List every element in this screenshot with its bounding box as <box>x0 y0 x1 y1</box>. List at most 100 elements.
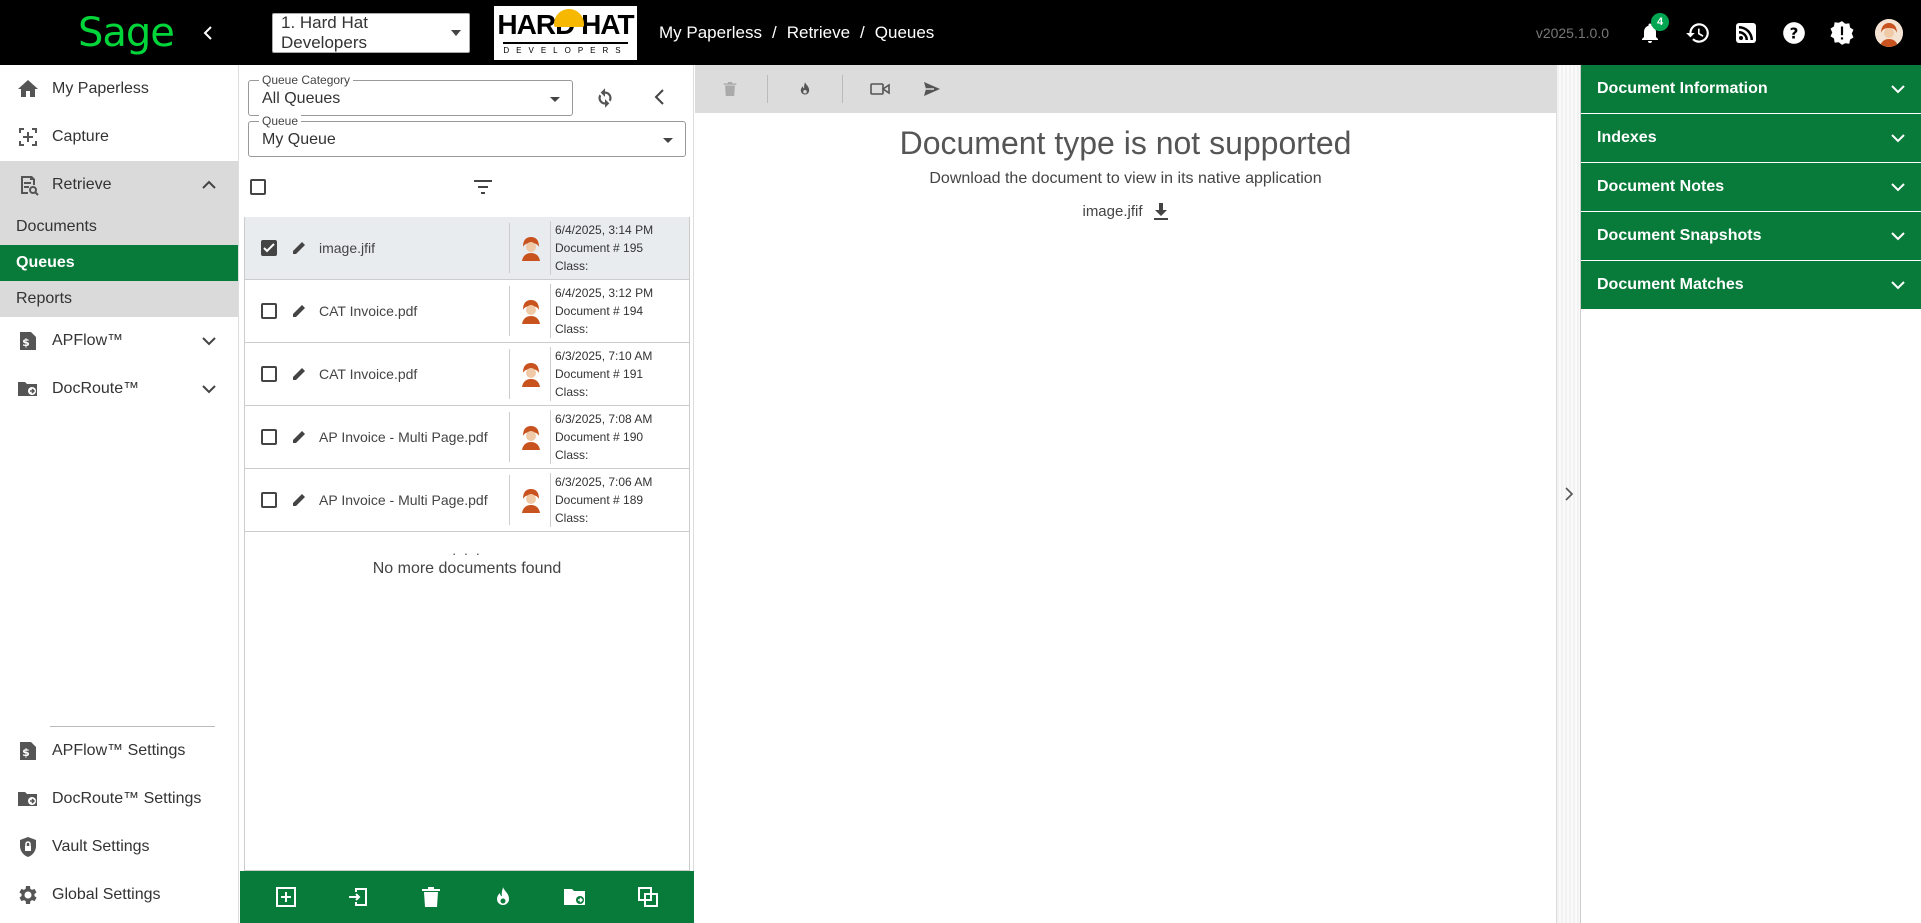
section-title: Document Information <box>1597 80 1768 97</box>
company-select[interactable]: 1. Hard Hat Developers <box>272 12 470 53</box>
sidebar-item-label: Global Settings <box>52 886 161 903</box>
retrieve-icon <box>14 171 42 199</box>
document-details-panel: Document Information Indexes Document No… <box>1580 65 1921 923</box>
viewer-workflow-button[interactable] <box>790 74 820 104</box>
unsupported-title: Document type is not supported <box>899 125 1352 161</box>
document-row[interactable]: CAT Invoice.pdf 6/3/2025, 7:10 AM Docume… <box>245 343 689 406</box>
chevron-down-icon <box>550 97 560 102</box>
section-document-snapshots[interactable]: Document Snapshots <box>1581 212 1921 261</box>
row-checkbox[interactable] <box>261 429 277 445</box>
user-avatar[interactable] <box>1875 18 1903 47</box>
brand-area: Sage <box>0 0 239 65</box>
svg-text:?: ? <box>1790 24 1799 42</box>
chevron-down-icon <box>202 384 216 394</box>
select-all-checkbox[interactable] <box>250 179 266 195</box>
document-date: 6/4/2025, 3:12 PM <box>555 286 654 300</box>
unsupported-subtitle: Download the document to view in its nat… <box>929 170 1322 187</box>
route-document-button[interactable] <box>560 882 590 912</box>
download-file-name: image.jfif <box>1082 202 1143 220</box>
filter-icon <box>474 180 492 194</box>
document-meta: 6/3/2025, 7:06 AM Document # 189 Class: <box>550 473 652 527</box>
refresh-button[interactable] <box>592 85 618 111</box>
section-document-information[interactable]: Document Information <box>1581 65 1921 114</box>
history-button[interactable] <box>1683 18 1713 48</box>
sidebar-item-docroute-settings[interactable]: DocRoute™ Settings <box>0 775 239 823</box>
edit-icon[interactable] <box>291 303 307 319</box>
queue-select[interactable]: Queue My Queue <box>248 114 686 157</box>
toolbar-separator <box>767 75 768 103</box>
queue-value: My Queue <box>262 131 336 148</box>
document-number: Document # 191 <box>555 367 644 381</box>
sidebar-item-retrieve[interactable]: Retrieve <box>0 161 238 209</box>
notifications-button[interactable]: 4 <box>1635 12 1669 48</box>
breadcrumb-item[interactable]: My Paperless <box>659 23 762 43</box>
viewer-delete-button[interactable] <box>715 74 745 104</box>
sidebar-subitem-queues[interactable]: Queues <box>0 245 238 281</box>
document-list: image.jfif 6/4/2025, 3:14 PM Document # … <box>244 217 690 871</box>
sidebar-item-apflow[interactable]: $ APFlow™ <box>0 317 238 365</box>
download-row: image.jfif <box>695 202 1556 220</box>
help-button[interactable]: ? <box>1779 18 1809 48</box>
sidebar-subitem-documents[interactable]: Documents <box>0 209 238 245</box>
help-icon: ? <box>1783 21 1805 44</box>
document-row[interactable]: image.jfif 6/4/2025, 3:14 PM Document # … <box>245 217 689 280</box>
rss-button[interactable] <box>1731 18 1761 48</box>
document-name: AP Invoice - Multi Page.pdf <box>319 429 488 445</box>
sidebar-item-my-paperless[interactable]: My Paperless <box>0 65 238 113</box>
move-icon <box>349 888 368 906</box>
add-document-button[interactable] <box>271 882 301 912</box>
section-document-matches[interactable]: Document Matches <box>1581 261 1921 310</box>
document-row[interactable]: AP Invoice - Multi Page.pdf 6/3/2025, 7:… <box>245 406 689 469</box>
row-checkbox[interactable] <box>261 366 277 382</box>
sidebar-item-docroute[interactable]: DocRoute™ <box>0 365 238 413</box>
sidebar: My Paperless Capture Retrieve Documents … <box>0 65 239 923</box>
section-indexes[interactable]: Indexes <box>1581 114 1921 163</box>
rss-icon <box>1736 22 1756 43</box>
workflow-button[interactable] <box>488 882 518 912</box>
breadcrumb-item[interactable]: Retrieve <box>787 23 850 43</box>
row-divider <box>509 475 510 525</box>
edit-icon[interactable] <box>291 240 307 256</box>
video-icon <box>870 83 890 95</box>
document-name: CAT Invoice.pdf <box>319 303 418 319</box>
document-name: CAT Invoice.pdf <box>319 366 418 382</box>
row-checkbox[interactable] <box>261 240 277 256</box>
viewer-video-button[interactable] <box>865 74 895 104</box>
filter-button[interactable] <box>472 177 494 197</box>
delete-document-button[interactable] <box>416 882 446 912</box>
document-row[interactable]: AP Invoice - Multi Page.pdf 6/3/2025, 7:… <box>245 469 689 532</box>
sidebar-settings: $ APFlow™ Settings DocRoute™ Settings Va… <box>0 727 239 919</box>
queue-panel: Queue Category All Queues Queue My Queue… <box>240 65 694 923</box>
download-button[interactable] <box>1153 202 1169 220</box>
viewer-send-button[interactable] <box>917 74 947 104</box>
sidebar-subitem-reports[interactable]: Reports <box>0 281 238 317</box>
split-icon <box>637 887 658 907</box>
queue-category-select[interactable]: Queue Category All Queues <box>248 73 573 116</box>
document-meta: 6/4/2025, 3:12 PM Document # 194 Class: <box>550 284 653 338</box>
collapse-sidebar-icon[interactable] <box>201 25 215 40</box>
move-document-button[interactable] <box>343 882 373 912</box>
right-panel-toggle-strip[interactable] <box>1556 65 1580 923</box>
document-number: Document # 195 <box>555 241 644 255</box>
alerts-button[interactable] <box>1827 18 1857 48</box>
sidebar-item-capture[interactable]: Capture <box>0 113 238 161</box>
edit-icon[interactable] <box>291 366 307 382</box>
row-divider <box>509 412 510 462</box>
edit-icon[interactable] <box>291 429 307 445</box>
split-document-button[interactable] <box>633 882 663 912</box>
sidebar-item-vault-settings[interactable]: Vault Settings <box>0 823 239 871</box>
edit-icon[interactable] <box>291 492 307 508</box>
row-divider <box>509 223 510 273</box>
chevron-up-icon <box>202 180 216 190</box>
sidebar-item-apflow-settings[interactable]: $ APFlow™ Settings <box>0 727 239 775</box>
chevron-down-icon <box>663 138 673 143</box>
section-title: Document Notes <box>1597 178 1725 195</box>
section-document-notes[interactable]: Document Notes <box>1581 163 1921 212</box>
row-checkbox[interactable] <box>261 492 277 508</box>
row-checkbox[interactable] <box>261 303 277 319</box>
queue-category-label: Queue Category <box>259 73 354 87</box>
apflow-icon: $ <box>14 327 42 355</box>
collapse-queue-panel-button[interactable] <box>652 88 668 106</box>
sidebar-item-global-settings[interactable]: Global Settings <box>0 871 239 919</box>
document-row[interactable]: CAT Invoice.pdf 6/4/2025, 3:12 PM Docume… <box>245 280 689 343</box>
